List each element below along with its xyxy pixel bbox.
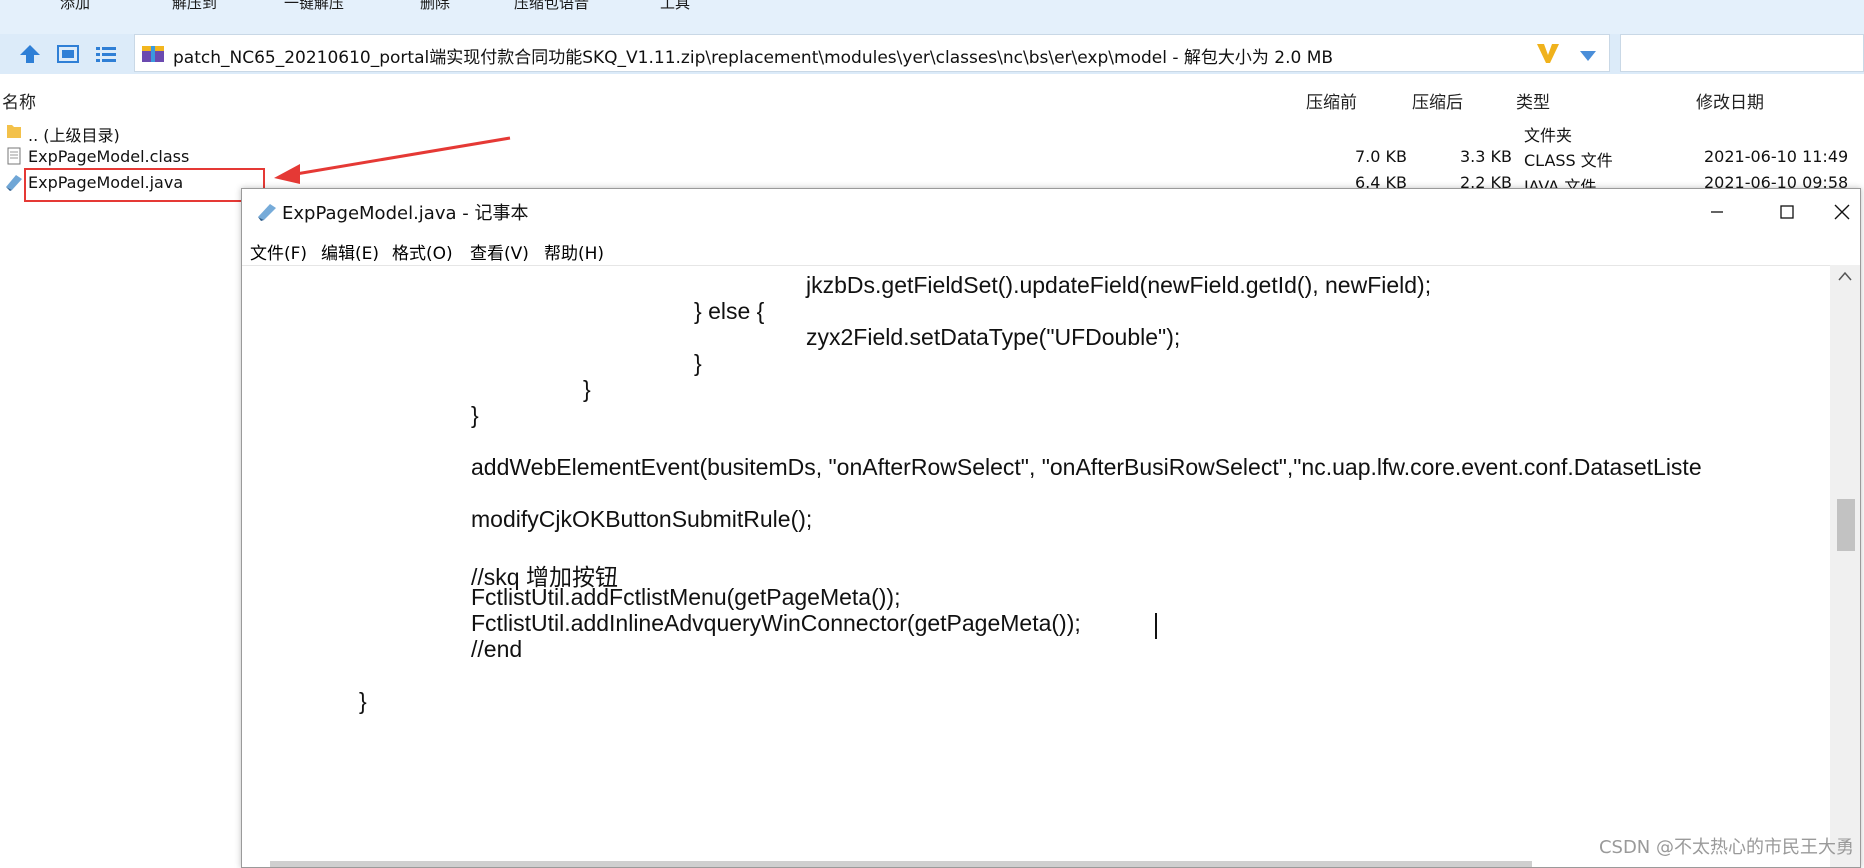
brand-v-icon[interactable] bbox=[1535, 41, 1561, 65]
document-icon bbox=[6, 147, 22, 165]
code-line: } bbox=[583, 376, 591, 402]
maximize-icon bbox=[1780, 205, 1794, 219]
file-date: 2021-06-10 11:49 bbox=[1704, 147, 1849, 166]
annotation-highlight-box bbox=[24, 168, 265, 202]
column-name[interactable]: 名称 bbox=[2, 88, 36, 113]
minimize-icon bbox=[1711, 211, 1723, 213]
tools-button[interactable]: 工具 bbox=[660, 0, 690, 13]
watermark: CSDN @不太热心的市民王大勇 bbox=[1598, 837, 1854, 858]
file-type: CLASS 文件 bbox=[1524, 151, 1613, 170]
file-type: 文件夹 bbox=[1524, 126, 1573, 145]
annotation-arrow bbox=[274, 136, 511, 184]
java-file-icon bbox=[4, 173, 24, 191]
file-name: ExpPageModel.class bbox=[28, 147, 190, 166]
window-title: ExpPageModel.java - 记事本 bbox=[282, 203, 529, 224]
code-line: } bbox=[694, 350, 702, 376]
vertical-scrollbar[interactable] bbox=[1830, 265, 1860, 867]
maximize-button[interactable] bbox=[1752, 189, 1822, 235]
code-line: FctlistUtil.addInlineAdvqueryWinConnecto… bbox=[471, 610, 1081, 636]
column-packed[interactable]: 压缩后 bbox=[1412, 88, 1463, 113]
address-bar[interactable]: patch_NC65_20210610_portal端实现付款合同功能SKQ_V… bbox=[134, 34, 1610, 72]
chevron-down-icon[interactable] bbox=[1579, 47, 1597, 61]
add-button[interactable]: 添加 bbox=[60, 0, 90, 13]
up-arrow-icon[interactable] bbox=[18, 43, 42, 65]
code-line: } bbox=[359, 688, 367, 714]
text-editor[interactable]: jkzbDs.getFieldSet().updateField(newFiel… bbox=[242, 265, 1830, 866]
close-button[interactable] bbox=[1822, 189, 1862, 235]
delete-button[interactable]: 删除 bbox=[420, 0, 450, 13]
extract-to-button[interactable]: 解压到 bbox=[172, 0, 217, 13]
code-line: zyx2Field.setDataType("UFDouble"); bbox=[806, 324, 1181, 350]
code-line: } else { bbox=[694, 298, 765, 324]
column-type[interactable]: 类型 bbox=[1516, 88, 1550, 113]
menu-format[interactable]: 格式(O) bbox=[392, 239, 453, 264]
menu-view[interactable]: 查看(V) bbox=[470, 239, 529, 264]
column-date[interactable]: 修改日期 bbox=[1696, 88, 1764, 113]
scroll-up-icon[interactable] bbox=[1838, 271, 1852, 281]
code-line: addWebElementEvent(busitemDs, "onAfterRo… bbox=[471, 454, 1702, 480]
code-line: //end bbox=[471, 636, 523, 662]
file-name: .. (上级目录) bbox=[28, 126, 120, 145]
text-cursor bbox=[1155, 613, 1157, 639]
file-size: 7.0 KB bbox=[1355, 147, 1407, 166]
list-view-icon[interactable] bbox=[94, 43, 118, 65]
archive-icon bbox=[141, 42, 167, 64]
one-click-extract-button[interactable]: 一键解压 bbox=[284, 0, 344, 13]
close-icon bbox=[1834, 204, 1850, 220]
column-size[interactable]: 压缩前 bbox=[1306, 88, 1357, 113]
horizontal-scrollbar[interactable] bbox=[270, 861, 1532, 867]
menu-edit[interactable]: 编辑(E) bbox=[321, 239, 379, 264]
code-line: jkzbDs.getFieldSet().updateField(newFiel… bbox=[806, 272, 1432, 298]
folder-icon bbox=[6, 122, 22, 140]
code-line: modifyCjkOKButtonSubmitRule(); bbox=[471, 506, 813, 532]
minimize-button[interactable] bbox=[1682, 189, 1752, 235]
code-line: FctlistUtil.addFctlistMenu(getPageMeta()… bbox=[471, 584, 901, 610]
toolbar: 添加 解压到 一键解压 删除 压缩包语音 工具 bbox=[0, 0, 1864, 34]
archive-voice-button[interactable]: 压缩包语音 bbox=[514, 0, 589, 13]
thumbnail-view-icon[interactable] bbox=[56, 43, 80, 65]
code-line: } bbox=[471, 402, 479, 428]
menu-help[interactable]: 帮助(H) bbox=[544, 239, 604, 264]
menu-bar: 文件(F) 编辑(E) 格式(O) 查看(V) 帮助(H) bbox=[242, 235, 1860, 265]
notepad-window: ExpPageModel.java - 记事本 文件(F) 编辑(E) 格式(O… bbox=[241, 188, 1861, 868]
scrollbar-thumb[interactable] bbox=[1837, 499, 1855, 551]
archive-path: patch_NC65_20210610_portal端实现付款合同功能SKQ_V… bbox=[173, 48, 1334, 68]
file-list-header: 名称 压缩前 压缩后 类型 修改日期 bbox=[0, 88, 1864, 113]
menu-file[interactable]: 文件(F) bbox=[250, 239, 307, 264]
file-packed-size: 3.3 KB bbox=[1460, 147, 1512, 166]
notepad-icon bbox=[256, 201, 278, 221]
search-input[interactable] bbox=[1620, 34, 1864, 72]
